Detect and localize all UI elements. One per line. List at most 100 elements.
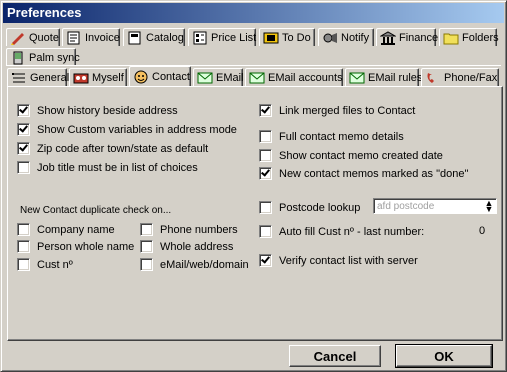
show-custom-variables-checkbox[interactable]: Show Custom variables in address mode — [17, 123, 237, 136]
tab-quote[interactable]: Quote — [6, 28, 60, 46]
tab-label: General — [30, 71, 70, 84]
tab-email[interactable]: EMail — [193, 68, 244, 86]
option-label: Show Custom variables in address mode — [37, 123, 237, 136]
tab-general[interactable]: General — [7, 68, 70, 86]
notify-icon — [322, 31, 338, 45]
tab-label: Phone/Fax — [444, 71, 498, 84]
tab-notify[interactable]: Notify — [318, 28, 374, 46]
tab-catalog[interactable]: Catalog — [123, 28, 185, 46]
tab-label: Quote — [29, 31, 59, 44]
tab-label: Myself — [92, 71, 124, 84]
cancel-button[interactable]: Cancel — [289, 345, 381, 367]
dup-cust-no-checkbox[interactable]: Cust nº — [17, 258, 73, 271]
dup-email-web-domain-checkbox[interactable]: eMail/web/domain — [140, 258, 249, 271]
dup-whole-address-checkbox[interactable]: Whole address — [140, 240, 233, 253]
option-label: Show history beside address — [37, 104, 178, 117]
tab-finance[interactable]: Finance — [376, 28, 439, 46]
contact-icon — [133, 70, 149, 84]
tab-email-accounts[interactable]: EMail accounts — [245, 68, 343, 86]
invoice-icon — [66, 31, 82, 45]
checkbox-box[interactable] — [259, 254, 272, 267]
ok-button[interactable]: OK — [395, 344, 493, 368]
tab-palm-sync[interactable]: Palm sync — [6, 48, 80, 66]
email-rules-icon — [349, 71, 365, 85]
show-history-checkbox[interactable]: Show history beside address — [17, 104, 178, 117]
tab-label: EMail accounts — [268, 71, 343, 84]
checkbox-box[interactable] — [17, 142, 30, 155]
tab-label: Finance — [399, 31, 439, 44]
spin-arrows-icon[interactable]: ▲ ▼ — [483, 199, 495, 214]
checkbox-box[interactable] — [259, 130, 272, 143]
checkbox-box[interactable] — [17, 123, 30, 136]
tab-label: Price List — [211, 31, 257, 44]
tab-myself[interactable]: Myself — [69, 68, 127, 86]
checkbox-box[interactable] — [259, 149, 272, 162]
link-merged-files-checkbox[interactable]: Link merged files to Contact — [259, 104, 415, 117]
tab-folders[interactable]: Folders — [439, 28, 499, 46]
tab-label: Palm sync — [29, 51, 80, 64]
tab-price-list[interactable]: Price List — [188, 28, 256, 46]
list-icon — [11, 71, 27, 85]
dup-company-name-checkbox[interactable]: Company name — [17, 223, 115, 236]
title-bar[interactable]: Preferences — [3, 3, 504, 23]
pen-icon — [10, 31, 26, 45]
memos-marked-done-checkbox[interactable]: New contact memos marked as "done" — [259, 167, 468, 180]
duplicate-check-heading: New Contact duplicate check on... — [20, 205, 172, 216]
checkbox-box[interactable] — [17, 223, 30, 236]
option-label: Person whole name — [37, 240, 135, 253]
option-label: eMail/web/domain — [160, 258, 249, 271]
checkbox-box[interactable] — [259, 201, 272, 214]
show-memo-created-date-checkbox[interactable]: Show contact memo created date — [259, 149, 443, 162]
tab-invoice[interactable]: Invoice — [62, 28, 120, 46]
email-icon — [197, 71, 213, 85]
checkbox-box[interactable] — [140, 240, 153, 253]
postcode-provider-select[interactable]: afd postcode ▲ ▼ — [373, 198, 497, 214]
phone-icon — [425, 71, 441, 85]
checkbox-box[interactable] — [259, 225, 272, 238]
catalog-icon — [127, 31, 143, 45]
tab-email-rules[interactable]: EMail rules — [345, 68, 422, 86]
checkbox-box[interactable] — [17, 240, 30, 253]
verify-contact-list-checkbox[interactable]: Verify contact list with server — [259, 254, 418, 267]
checkbox-box[interactable] — [259, 104, 272, 117]
checkbox-box[interactable] — [140, 223, 153, 236]
checkbox-box[interactable] — [17, 258, 30, 271]
tab-label: Folders — [462, 31, 499, 44]
checkbox-box[interactable] — [17, 104, 30, 117]
tab-label: EMail — [216, 71, 244, 84]
folder-icon — [443, 31, 459, 45]
email-accounts-icon — [249, 71, 265, 85]
option-label: Show contact memo created date — [279, 149, 443, 162]
myself-icon — [73, 71, 89, 85]
tab-phone-fax[interactable]: Phone/Fax — [421, 68, 499, 86]
tab-row-divider — [7, 65, 501, 66]
last-cust-number: 0 — [479, 225, 486, 237]
window-title: Preferences — [7, 5, 82, 20]
option-label: Phone numbers — [160, 223, 238, 236]
option-label: Company name — [37, 223, 115, 236]
tab-label: To Do — [282, 31, 311, 44]
todo-icon — [263, 31, 279, 45]
job-title-list-checkbox[interactable]: Job title must be in list of choices — [17, 161, 198, 174]
palm-icon — [10, 51, 26, 65]
tab-to-do[interactable]: To Do — [259, 28, 315, 46]
tab-contact[interactable]: Contact — [129, 66, 191, 86]
bank-icon — [379, 30, 397, 45]
tab-label: Catalog — [146, 31, 184, 44]
postcode-lookup-checkbox[interactable]: Postcode lookup — [259, 201, 360, 214]
dup-person-name-checkbox[interactable]: Person whole name — [17, 240, 134, 253]
checkbox-box[interactable] — [259, 167, 272, 180]
postcode-provider-value: afd postcode — [377, 201, 435, 212]
price-list-icon — [192, 31, 208, 45]
checkbox-box[interactable] — [17, 161, 30, 174]
tab-label: Contact — [152, 70, 190, 83]
tab-label: Invoice — [85, 31, 120, 44]
checkbox-box[interactable] — [140, 258, 153, 271]
autofill-cust-no-checkbox[interactable]: Auto fill Cust nº - last number: — [259, 225, 424, 238]
option-label: Whole address — [160, 240, 234, 253]
full-contact-memo-checkbox[interactable]: Full contact memo details — [259, 130, 404, 143]
zip-code-after-town-checkbox[interactable]: Zip code after town/state as default — [17, 142, 208, 155]
dup-phone-numbers-checkbox[interactable]: Phone numbers — [140, 223, 238, 236]
option-label: Full contact memo details — [279, 130, 404, 143]
option-label: Link merged files to Contact — [279, 104, 416, 117]
